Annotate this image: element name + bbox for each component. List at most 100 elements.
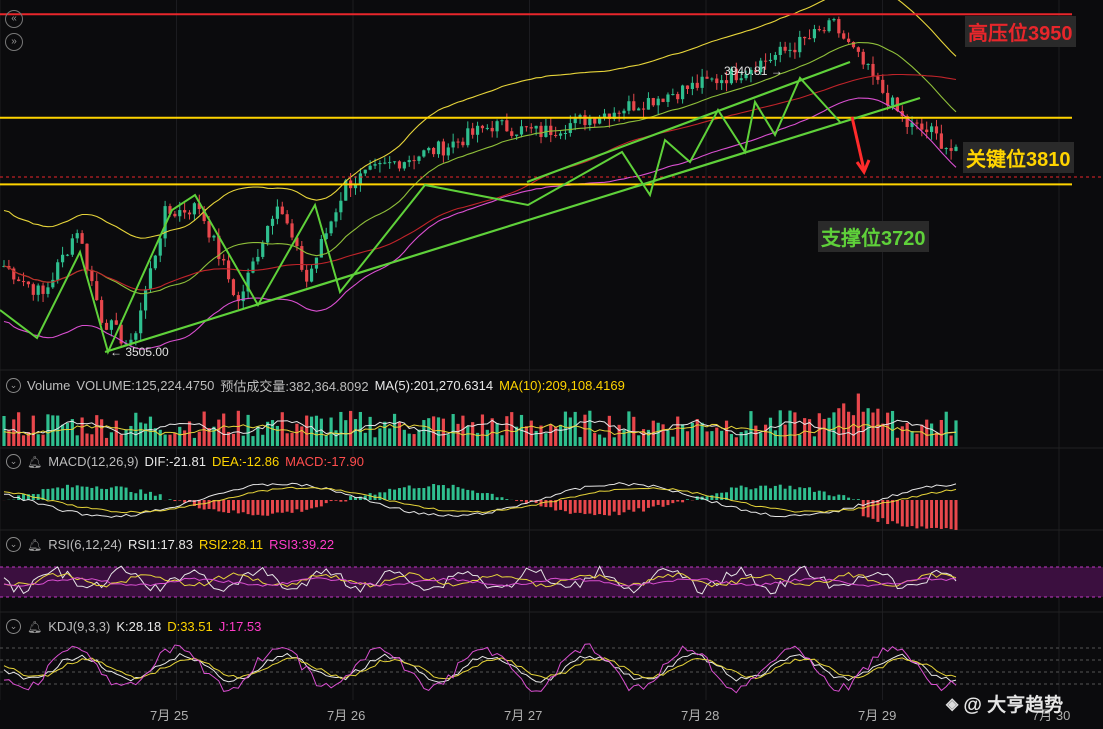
volume-bar (295, 423, 299, 446)
macd-bar (588, 500, 592, 514)
volume-bar (75, 435, 79, 446)
macd-value: MACD:-17.90 (285, 454, 364, 469)
toggle-icon[interactable]: ⌄ (6, 454, 21, 469)
kdj-d: D:33.51 (167, 619, 213, 634)
candle-body (441, 141, 445, 156)
volume-bar (427, 418, 431, 446)
candle-body (539, 125, 543, 137)
candle-body (925, 129, 929, 133)
macd-bar (168, 499, 172, 500)
alert-bell-icon[interactable]: 🔔︎ (27, 538, 42, 552)
expand-icon[interactable]: » (5, 33, 23, 51)
volume-bar (251, 436, 255, 446)
volume-bar (197, 431, 201, 446)
macd-bar (256, 500, 260, 515)
macd-bar (407, 485, 411, 500)
candle-body (358, 173, 362, 184)
macd-bar (891, 500, 895, 522)
volume-bar (568, 417, 572, 446)
candle-body (143, 289, 148, 311)
volume-bar (939, 419, 943, 446)
macd-bar (466, 489, 470, 500)
volume-bar (456, 423, 460, 446)
macd-dea: DEA:-12.86 (211, 454, 280, 469)
volume-name: Volume (27, 378, 71, 393)
macd-bar (817, 490, 821, 500)
macd-bar (856, 499, 860, 500)
candle-body (36, 285, 40, 295)
volume-bar (436, 417, 441, 446)
candle-body (929, 126, 934, 133)
candle-body (461, 141, 465, 146)
macd-bar (505, 499, 509, 500)
toggle-icon[interactable]: ⌄ (6, 619, 21, 634)
volume-bar (168, 434, 172, 446)
macd-bar (632, 500, 636, 512)
macd-bar (70, 487, 74, 500)
volume-bar (344, 420, 348, 446)
macd-bar (651, 500, 655, 507)
volume-bar (275, 425, 279, 446)
macd-bar (676, 500, 680, 502)
alert-bell-icon[interactable]: 🔔︎ (27, 455, 42, 469)
volume-bar (60, 424, 65, 446)
macd-bar (75, 485, 79, 500)
volume-bar (163, 434, 167, 446)
volume-bar (480, 414, 485, 446)
macd-bar (793, 489, 797, 500)
volume-bar (402, 429, 406, 446)
volume-bar (602, 437, 607, 446)
candle-body (65, 254, 70, 256)
candle-body (309, 268, 314, 282)
candle-body (661, 98, 665, 102)
volume-bar (793, 412, 797, 446)
candle-body (549, 125, 553, 136)
candle-body (803, 36, 807, 39)
toggle-icon[interactable]: ⌄ (6, 378, 21, 393)
kdj-header: ⌄ 🔔︎ KDJ(9,3,3) K:28.18 D:33.51 J:17.53 (6, 619, 261, 634)
bollinger-mid (3, 41, 957, 295)
candle-body (412, 160, 416, 162)
volume-bar (798, 434, 802, 446)
volume-bar (290, 432, 294, 446)
macd-bar (515, 500, 519, 501)
volume-bar (31, 415, 35, 446)
macd-bar (393, 489, 397, 500)
macd-bar (305, 500, 309, 510)
volume-bar (80, 417, 84, 446)
toggle-icon[interactable]: ⌄ (6, 537, 21, 552)
macd-bar (876, 500, 880, 522)
volume-bar (934, 432, 939, 446)
macd-bar (22, 494, 26, 500)
candle-body (285, 214, 289, 224)
volume-bar (583, 414, 587, 446)
volume-bar (617, 424, 621, 446)
candle-body (392, 161, 397, 163)
macd-bar (105, 489, 109, 500)
macd-bar (578, 500, 582, 513)
macd-bar (480, 493, 484, 500)
macd-bar (446, 488, 450, 500)
candle-body (187, 212, 192, 215)
candle-body (842, 33, 846, 39)
volume-bar (549, 424, 553, 446)
collapse-icon[interactable]: « (5, 10, 23, 28)
volume-ma5: MA(5):201,270.6314 (374, 378, 494, 393)
macd-bar (895, 500, 899, 524)
macd-bar (559, 500, 563, 510)
macd-bar (827, 495, 831, 500)
volume-bar (846, 411, 851, 446)
volume-bar (558, 424, 563, 446)
alert-bell-icon[interactable]: 🔔︎ (27, 620, 42, 634)
x-tick-label: 7月 25 (150, 708, 189, 723)
volume-bar (100, 419, 104, 446)
macd-bar (158, 494, 162, 500)
ma-long (3, 73, 957, 291)
volume-bar (2, 415, 6, 446)
volume-bar (236, 410, 240, 446)
volume-bar (451, 414, 455, 446)
candle-body (21, 281, 26, 283)
volume-bar (764, 424, 768, 446)
volume-bar (827, 417, 831, 446)
candle-body (402, 162, 406, 169)
